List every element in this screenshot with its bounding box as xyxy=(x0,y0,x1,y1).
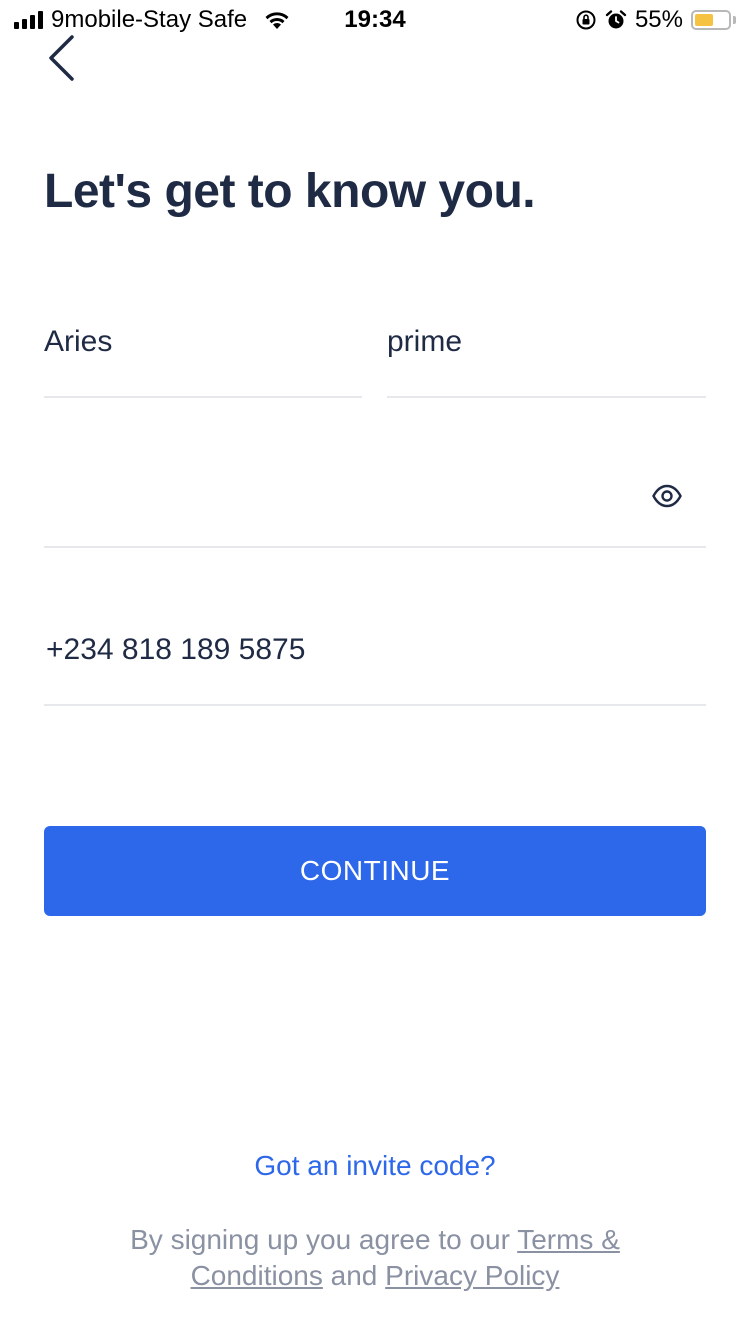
privacy-link[interactable]: Privacy Policy xyxy=(385,1260,559,1291)
chevron-left-icon xyxy=(49,35,74,81)
phone-value: +234 818 189 5875 xyxy=(46,633,306,666)
password-field[interactable] xyxy=(44,450,706,548)
invite-code-link[interactable]: Got an invite code? xyxy=(0,1150,750,1182)
status-right: 55% xyxy=(575,6,736,34)
battery-percent: 55% xyxy=(634,6,683,33)
last-name-field[interactable]: prime xyxy=(387,300,706,398)
signal-icon xyxy=(14,11,43,29)
legal-text: By signing up you agree to our Terms & C… xyxy=(80,1222,670,1294)
back-button[interactable] xyxy=(36,34,86,84)
first-name-field[interactable]: Aries xyxy=(44,300,362,398)
eye-icon[interactable] xyxy=(652,484,682,508)
wifi-icon xyxy=(265,12,289,29)
page-title: Let's get to know you. xyxy=(44,165,536,218)
alarm-icon xyxy=(605,10,627,29)
status-bar: 9mobile-Stay Safe 19:34 55% xyxy=(0,0,750,40)
status-left: 9mobile-Stay Safe xyxy=(14,6,291,34)
orientation-lock-icon xyxy=(576,10,596,30)
last-name-value: prime xyxy=(387,325,463,358)
carrier-name: 9mobile-Stay Safe xyxy=(51,6,248,33)
battery-icon xyxy=(691,10,736,30)
legal-middle: and xyxy=(322,1260,386,1291)
phone-field[interactable]: +234 818 189 5875 xyxy=(44,608,706,706)
continue-button[interactable]: CONTINUE xyxy=(44,826,706,916)
legal-prefix: By signing up you agree to our xyxy=(130,1224,518,1255)
status-time: 19:34 xyxy=(344,6,406,33)
first-name-value: Aries xyxy=(44,325,113,358)
